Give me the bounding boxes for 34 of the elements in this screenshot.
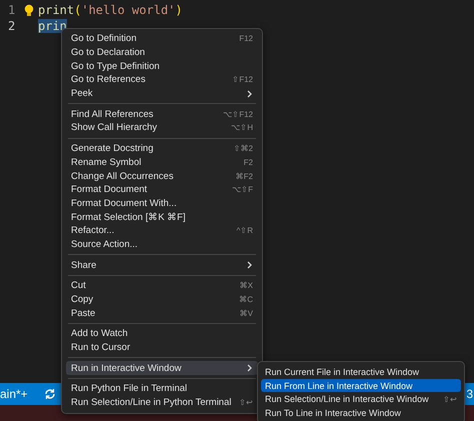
sync-icon[interactable] <box>44 388 56 400</box>
lightbulb-icon[interactable] <box>24 4 34 16</box>
status-item[interactable]: 3 <box>466 387 473 401</box>
menu-item[interactable]: Format Document ⌥⇧F <box>66 182 258 197</box>
menu-item[interactable]: Cut ⌘X <box>66 279 258 293</box>
menu-item[interactable]: Go to Definition F12 <box>66 32 258 46</box>
menu-item[interactable]: Run Current File in Interactive Window <box>261 365 461 379</box>
code-line: print('hello world') <box>38 3 183 17</box>
menu-item[interactable]: Generate Docstring ⇧⌘2 <box>66 142 258 156</box>
menu-item[interactable]: Run in Interactive Window <box>66 361 258 376</box>
menu-item[interactable]: Format Document With... <box>66 196 258 210</box>
menu-item[interactable]: Run to Cursor <box>66 340 258 354</box>
menu-item[interactable]: Paste ⌘V <box>66 306 258 320</box>
menu-item[interactable]: Run From Line in Interactive Window <box>261 378 461 392</box>
menu-item[interactable]: Go to Type Definition <box>66 59 258 74</box>
menu-item[interactable]: Run Selection/Line in Interactive Window ⇧↩ <box>261 392 461 406</box>
menu-item[interactable]: Go to References ⇧F12 <box>66 73 258 87</box>
menu-item[interactable]: Copy ⌘C <box>66 292 258 306</box>
menu-item[interactable]: Source Action... <box>66 238 258 252</box>
menu-item[interactable]: Format Selection [⌘K ⌘F] <box>66 210 258 224</box>
menu-item[interactable]: Peek <box>66 86 258 100</box>
line-number: 2 <box>7 19 16 33</box>
branch-name[interactable]: ain*+ <box>0 387 28 401</box>
line-number: 1 <box>7 3 16 17</box>
menu-item[interactable]: Show Call Hierarchy ⌥⇧H <box>66 121 258 135</box>
menu-item[interactable]: Run Selection/Line in Python Terminal ⇧↩ <box>66 396 258 410</box>
menu-item[interactable]: Change All Occurrences ⌘F2 <box>66 169 258 183</box>
menu-item[interactable]: Share <box>66 258 258 272</box>
menu-item[interactable]: Run Python File in Terminal <box>66 382 258 396</box>
menu-item[interactable]: Go to Declaration <box>66 46 258 60</box>
menu-item[interactable]: Add to Watch <box>66 327 258 341</box>
menu-item[interactable]: Find All References ⌥⇧F12 <box>66 107 258 122</box>
menu-item[interactable]: Refactor... ^⇧R <box>66 224 258 238</box>
menu-item[interactable]: Rename Symbol F2 <box>66 156 258 170</box>
